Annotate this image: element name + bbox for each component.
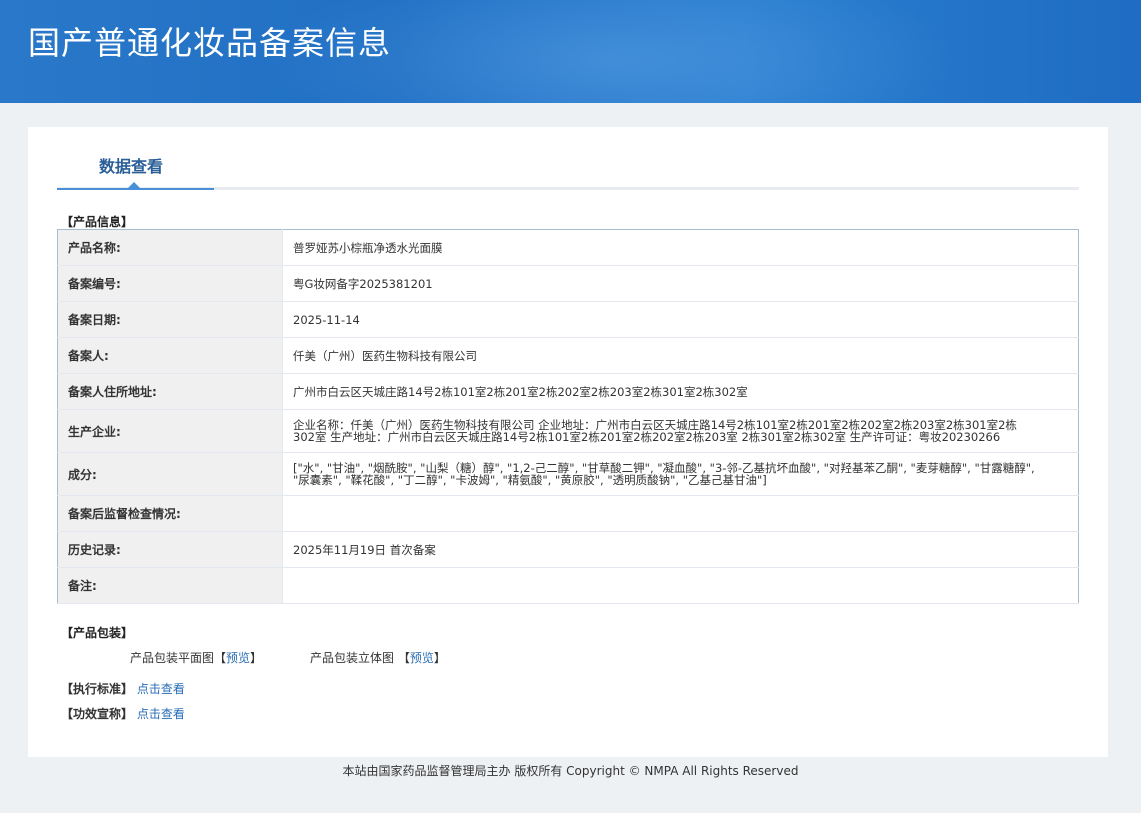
table-row: 产品名称: 普罗娅苏小棕瓶净透水光面膜 [57, 229, 1079, 266]
row-value: 广州市白云区天城庄路14号2栋101室2栋201室2栋202室2栋203室2栋3… [282, 373, 1079, 410]
section-product-info: 【产品信息】 [61, 215, 134, 229]
table-row: 备案日期: 2025-11-14 [57, 301, 1079, 338]
row-label: 备案编号: [57, 265, 283, 302]
package-solid-label: 产品包装立体图 [310, 651, 395, 665]
table-row: 备注: [57, 567, 1079, 604]
bracket-open: 【 [397, 651, 410, 665]
product-info-table: 产品名称: 普罗娅苏小棕瓶净透水光面膜 备案编号: 粤G妆网备字2025381201 备… [57, 229, 1079, 604]
standard-label: 【执行标准】 [61, 682, 134, 696]
table-row: 备案人: 仟美（广州）医药生物科技有限公司 [57, 337, 1079, 374]
table-row: 备案编号: 粤G妆网备字2025381201 [57, 265, 1079, 302]
tab-label: 数据查看 [99, 157, 164, 176]
header-banner: 国产普通化妆品备案信息 [0, 0, 1141, 103]
row-label: 备案人: [57, 337, 283, 374]
table-row: 成分: ["水", "甘油", "烟酰胺", "山梨（糖）醇", "1,2-己二醇… [57, 452, 1079, 496]
tab-bar: 数据查看 [57, 127, 1079, 190]
row-label: 备注: [57, 567, 283, 604]
row-value: 企业名称：仟美（广州）医药生物科技有限公司 企业地址：广州市白云区天城庄路14号… [282, 409, 1079, 453]
page-title: 国产普通化妆品备案信息 [28, 24, 392, 62]
row-label: 产品名称: [57, 229, 283, 266]
standard-view-link[interactable]: 点击查看 [137, 682, 185, 696]
bracket-close: 】 [250, 651, 263, 665]
package-flat-preview-link[interactable]: 预览 [226, 651, 250, 665]
table-row: 生产企业: 企业名称：仟美（广州）医药生物科技有限公司 企业地址：广州市白云区天城… [57, 409, 1079, 453]
package-flat-label: 产品包装平面图 [130, 651, 215, 665]
table-row: 备案后监督检查情况: [57, 495, 1079, 532]
table-row: 历史记录: 2025年11月19日 首次备案 [57, 531, 1079, 568]
row-label: 生产企业: [57, 409, 283, 453]
section-packaging: 【产品包装】 [61, 626, 134, 640]
efficacy-row: 【功效宣称】 点击查看 [61, 705, 185, 722]
row-value: 粤G妆网备字2025381201 [282, 265, 1079, 302]
row-value [282, 495, 1079, 532]
content-card: 数据查看 【产品信息】 产品名称: 普罗娅苏小棕瓶净透水光面膜 备案编号: 粤G妆网备… [28, 127, 1108, 757]
row-label: 成分: [57, 452, 283, 496]
efficacy-view-link[interactable]: 点击查看 [137, 707, 185, 721]
row-value: 2025年11月19日 首次备案 [282, 531, 1079, 568]
row-value: 2025-11-14 [282, 301, 1079, 338]
efficacy-label: 【功效宣称】 [61, 707, 134, 721]
bracket-open: 【 [214, 651, 227, 665]
standard-row: 【执行标准】 点击查看 [61, 680, 185, 697]
bracket-close: 】 [433, 651, 446, 665]
row-label: 备案人住所地址: [57, 373, 283, 410]
tab-data-view[interactable]: 数据查看 [57, 127, 214, 190]
row-value: 仟美（广州）医药生物科技有限公司 [282, 337, 1079, 374]
row-label: 历史记录: [57, 531, 283, 568]
row-value: 普罗娅苏小棕瓶净透水光面膜 [282, 229, 1079, 266]
row-label: 备案后监督检查情况: [57, 495, 283, 532]
package-solid-preview-link[interactable]: 预览 [410, 651, 434, 665]
package-solid-item: 产品包装立体图 【预览】 [310, 649, 446, 666]
table-row: 备案人住所地址: 广州市白云区天城庄路14号2栋101室2栋201室2栋202室2… [57, 373, 1079, 410]
package-flat-item: 产品包装平面图【预览】 [130, 649, 262, 666]
row-label: 备案日期: [57, 301, 283, 338]
footer: 本站由国家药品监督管理局主办 版权所有 Copyright © NMPA All… [342, 764, 799, 778]
row-value: ["水", "甘油", "烟酰胺", "山梨（糖）醇", "1,2-己二醇", … [282, 452, 1079, 496]
row-value [282, 567, 1079, 604]
tab-caret-icon [128, 182, 140, 188]
